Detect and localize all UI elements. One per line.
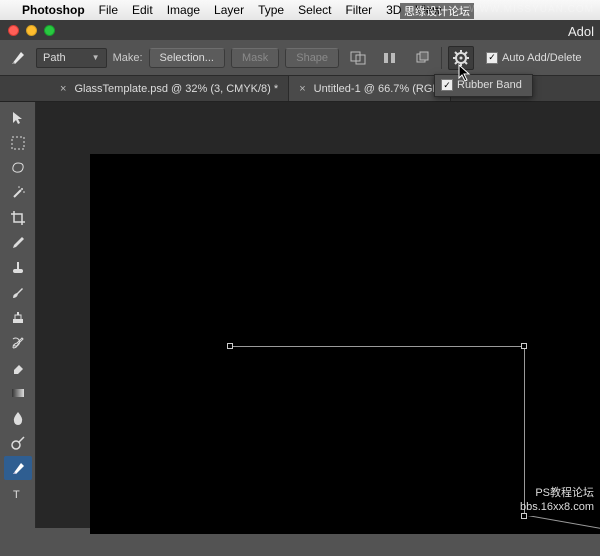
close-tab-icon[interactable]: × xyxy=(60,83,66,95)
marquee-tool-icon[interactable] xyxy=(4,131,32,155)
path-operations-icon[interactable] xyxy=(345,46,371,70)
chevron-down-icon: ▼ xyxy=(92,53,100,62)
separator xyxy=(441,47,442,69)
tab-label: Untitled-1 @ 66.7% (RGB xyxy=(314,83,440,95)
make-selection-button[interactable]: Selection... xyxy=(149,48,225,68)
watermark-top: WWW.MISSYUAN.COM xyxy=(469,4,594,15)
overlay-text: 思缘设计论坛 xyxy=(400,3,474,19)
eraser-tool-icon[interactable] xyxy=(4,356,32,380)
watermark-bottom: PS教程论坛 bbs.16xx8.com xyxy=(520,486,594,514)
auto-add-delete-label: Auto Add/Delete xyxy=(502,52,582,64)
tools-panel: T xyxy=(0,102,36,528)
make-label: Make: xyxy=(113,52,143,64)
path-alignment-icon[interactable] xyxy=(377,46,403,70)
healing-brush-tool-icon[interactable] xyxy=(4,256,32,280)
make-shape-button[interactable]: Shape xyxy=(285,48,339,68)
dodge-tool-icon[interactable] xyxy=(4,431,32,455)
tab-label: GlassTemplate.psd @ 32% (3, CMYK/8) * xyxy=(74,83,278,95)
auto-add-delete-checkbox[interactable]: ✓ Auto Add/Delete xyxy=(486,52,582,64)
checkbox-checked-icon: ✓ xyxy=(486,52,498,64)
history-brush-tool-icon[interactable] xyxy=(4,331,32,355)
crop-tool-icon[interactable] xyxy=(4,206,32,230)
menu-select[interactable]: Select xyxy=(298,3,331,17)
app-menu[interactable]: Photoshop xyxy=(22,3,85,17)
type-tool-icon[interactable]: T xyxy=(4,481,32,505)
window-controls xyxy=(0,20,600,40)
eyedropper-tool-icon[interactable] xyxy=(4,231,32,255)
tool-mode-dropdown[interactable]: Path ▼ xyxy=(36,48,107,68)
path-segment[interactable] xyxy=(524,516,600,556)
lasso-tool-icon[interactable] xyxy=(4,156,32,180)
path-arrangement-icon[interactable] xyxy=(409,46,435,70)
tool-mode-value: Path xyxy=(43,52,66,64)
pen-options-flyout: ✓ Rubber Band xyxy=(434,74,533,97)
path-segment[interactable] xyxy=(230,346,525,347)
menu-edit[interactable]: Edit xyxy=(132,3,153,17)
mouse-cursor-icon xyxy=(458,64,472,82)
move-tool-icon[interactable] xyxy=(4,106,32,130)
menu-type[interactable]: Type xyxy=(258,3,284,17)
menu-image[interactable]: Image xyxy=(167,3,200,17)
pen-tool-indicator-icon xyxy=(6,46,30,70)
close-tab-icon[interactable]: × xyxy=(299,83,305,95)
svg-text:T: T xyxy=(13,489,20,501)
menu-layer[interactable]: Layer xyxy=(214,3,244,17)
make-mask-button[interactable]: Mask xyxy=(231,48,279,68)
blur-tool-icon[interactable] xyxy=(4,406,32,430)
menu-filter[interactable]: Filter xyxy=(345,3,372,17)
menu-file[interactable]: File xyxy=(99,3,118,17)
clone-stamp-tool-icon[interactable] xyxy=(4,306,32,330)
brush-tool-icon[interactable] xyxy=(4,281,32,305)
magic-wand-tool-icon[interactable] xyxy=(4,181,32,205)
tab-glasstemplate[interactable]: × GlassTemplate.psd @ 32% (3, CMYK/8) * xyxy=(50,76,289,101)
workspace xyxy=(36,102,600,528)
canvas[interactable] xyxy=(90,154,600,534)
app-brand: Adol xyxy=(568,24,594,39)
zoom-window-icon[interactable] xyxy=(44,25,55,36)
checkbox-checked-icon: ✓ xyxy=(441,79,453,91)
gradient-tool-icon[interactable] xyxy=(4,381,32,405)
minimize-window-icon[interactable] xyxy=(26,25,37,36)
pen-tool-icon[interactable] xyxy=(4,456,32,480)
close-window-icon[interactable] xyxy=(8,25,19,36)
tab-untitled[interactable]: × Untitled-1 @ 66.7% (RGB xyxy=(289,76,451,101)
anchor-point[interactable] xyxy=(521,343,527,349)
anchor-point[interactable] xyxy=(227,343,233,349)
options-bar: Path ▼ Make: Selection... Mask Shape ✓ A… xyxy=(0,40,600,76)
